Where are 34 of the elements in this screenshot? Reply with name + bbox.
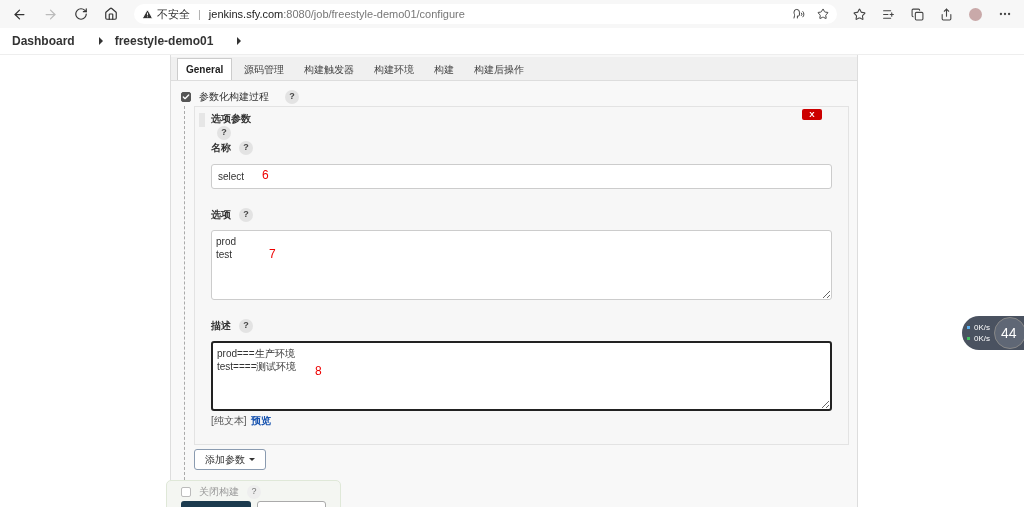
breadcrumb-link[interactable]: freestyle-demo01 (114, 32, 214, 50)
tab[interactable]: 构建触发器 (296, 58, 363, 80)
field-label: 选项 (211, 208, 231, 222)
help-icon[interactable]: ? (285, 89, 299, 104)
breadcrumb-link[interactable]: Dashboard (12, 32, 75, 50)
field-label: 描述 (211, 319, 231, 333)
checkbox-label: 参数化构建过程 (199, 90, 269, 104)
upload-speed: 0K/s (974, 323, 990, 332)
url-text: jenkins.sfy.com:8080/job/freestyle-demo01/configure (208, 6, 465, 22)
security-label: 不安全 (157, 6, 190, 22)
tab[interactable]: General (177, 58, 233, 80)
tab[interactable]: 源码管理 (236, 58, 293, 80)
separator: | (198, 6, 201, 22)
annotation-number: 7 (269, 248, 276, 260)
help-icon[interactable]: ? (239, 318, 253, 333)
delete-button[interactable]: X (802, 109, 822, 120)
annotation-number: 8 (315, 365, 322, 377)
help-icon[interactable]: ? (217, 126, 231, 140)
address-bar[interactable]: 不安全 | jenkins.sfy.com:8080/job/freestyle-demo01/configure (134, 4, 837, 24)
preview-link[interactable]: 预览 (250, 413, 271, 428)
field-label: 名称 (211, 141, 231, 155)
help-icon[interactable]: ? (239, 140, 253, 155)
help-icon[interactable]: ? (247, 484, 261, 499)
tab[interactable]: 构建后操作 (466, 58, 533, 80)
download-speed: 0K/s (974, 334, 990, 343)
score-badge: 44 (994, 317, 1024, 349)
tab[interactable]: 构建环境 (366, 58, 423, 80)
parameter-title: 选项参数 (211, 112, 251, 126)
format-note: [纯文本] (211, 414, 247, 428)
add-parameter-button[interactable]: 添加参数 (194, 449, 266, 470)
annotation-number: 6 (262, 169, 269, 181)
help-icon[interactable]: ? (239, 207, 253, 222)
tab[interactable]: 构建 (426, 58, 463, 80)
checkbox-label: 关闭构建 (199, 485, 239, 499)
